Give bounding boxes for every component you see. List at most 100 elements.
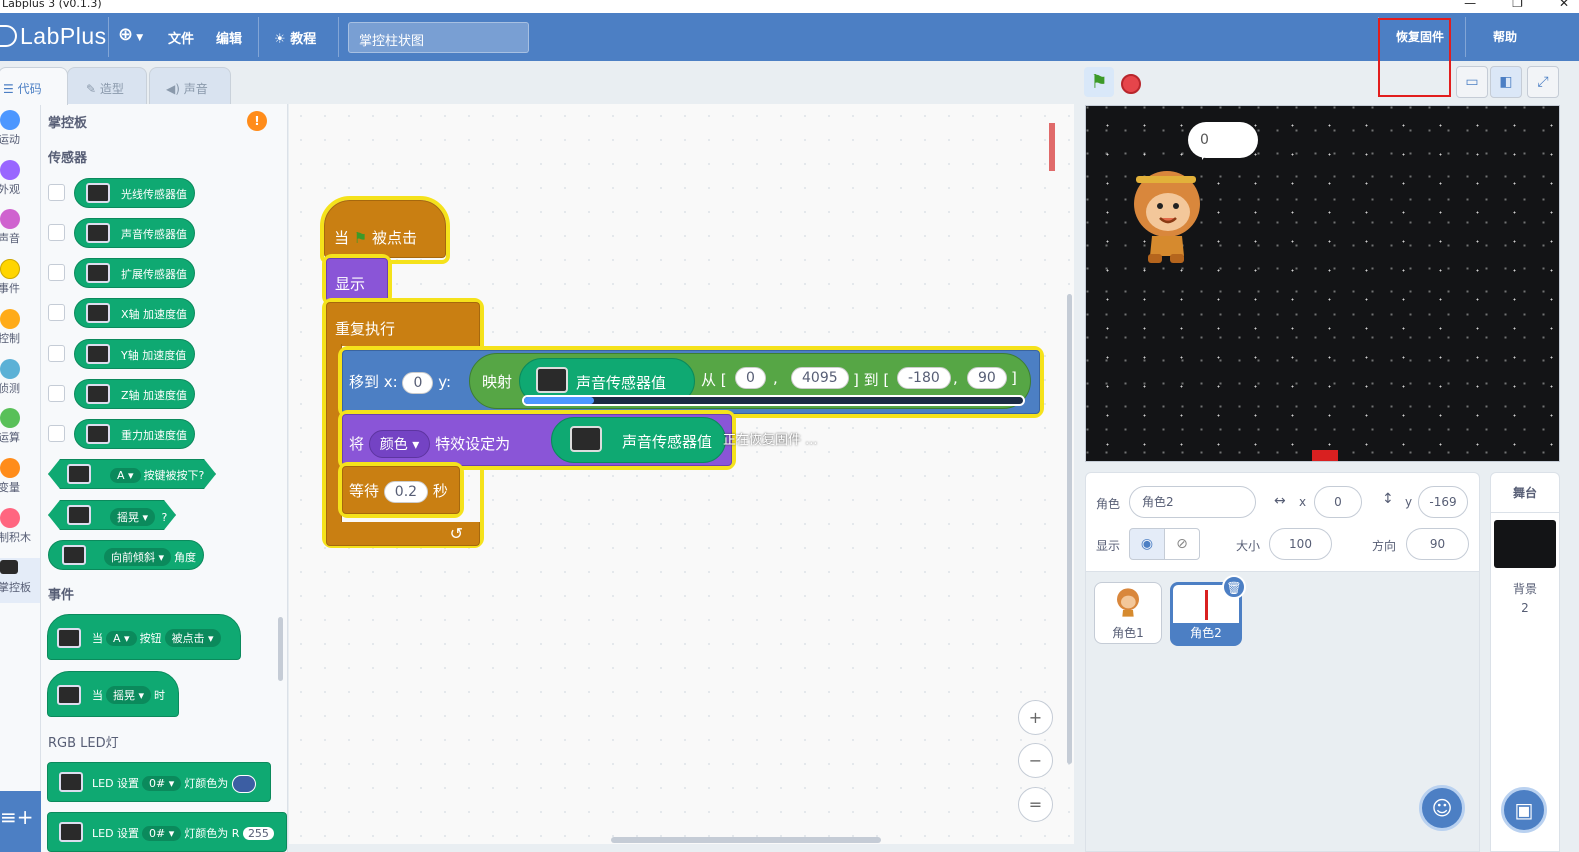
tab-code[interactable]: ☰ 代码 xyxy=(0,67,68,105)
x-accel-block[interactable]: X轴 加速度值 xyxy=(74,298,195,328)
workspace-v-scrollbar[interactable] xyxy=(1067,294,1072,764)
sprite-thumb-1[interactable]: 角色1 xyxy=(1094,582,1162,644)
when-button-clicked-block[interactable]: 当A ▾ 按钮 被点击 ▾ xyxy=(47,614,241,660)
button-pressed-block[interactable]: A ▾ 按键被按下? xyxy=(48,459,216,489)
x-input[interactable]: 0 xyxy=(1314,486,1362,518)
sprite-name-input[interactable]: 角色2 xyxy=(1129,486,1256,518)
delete-sprite-button[interactable]: 🗑 xyxy=(1222,575,1246,599)
monitor-checkbox[interactable] xyxy=(48,264,65,281)
monitor-checkbox[interactable] xyxy=(48,345,65,362)
shake-block[interactable]: 摇晃 ▾ ? xyxy=(48,500,176,530)
fullscreen-icon: ⤢ xyxy=(1537,74,1549,90)
workspace-h-scrollbar[interactable] xyxy=(611,837,881,843)
stage-canvas[interactable]: 0 xyxy=(1085,105,1560,462)
red-bar-sprite[interactable] xyxy=(1312,450,1338,461)
monitor-checkbox[interactable] xyxy=(48,425,65,442)
monkey-sprite[interactable] xyxy=(1130,164,1204,266)
block-label: 按钮 xyxy=(139,632,162,645)
stop-button[interactable] xyxy=(1121,74,1141,94)
palette-scrollbar[interactable] xyxy=(278,617,283,681)
led-index-dropdown[interactable]: 0# ▾ xyxy=(142,776,182,791)
light-sensor-block[interactable]: 光线传感器值 xyxy=(74,178,195,208)
block-label: 映射 xyxy=(482,373,513,391)
value-input[interactable]: 0 xyxy=(735,367,766,389)
gravity-accel-block[interactable]: 重力加速度值 xyxy=(74,419,195,449)
direction-input[interactable]: 90 xyxy=(1406,528,1469,560)
project-name-input[interactable]: 掌控柱状图 xyxy=(348,22,529,53)
wait-input[interactable]: 0.2 xyxy=(383,481,429,503)
block-label: 声音传感器值 xyxy=(576,374,667,392)
size-input[interactable]: 100 xyxy=(1269,528,1332,560)
gesture-dropdown[interactable]: 摇晃 ▾ xyxy=(110,508,155,526)
labplus-logo[interactable]: LabPlus xyxy=(0,23,107,50)
fullscreen-button[interactable]: ⤢ xyxy=(1527,66,1559,98)
large-stage-button[interactable]: ◧ xyxy=(1490,66,1522,98)
map-b-input[interactable]: 4095 xyxy=(791,367,849,389)
value-input[interactable]: 4095 xyxy=(791,367,849,389)
led-set-color-block[interactable]: LED 设置 0# ▾ 灯颜色为 xyxy=(47,762,271,802)
value-input[interactable]: 90 xyxy=(967,367,1007,389)
small-stage-button[interactable]: ▭ xyxy=(1456,66,1488,98)
tab-sounds[interactable]: ◀) 声音 xyxy=(149,67,231,105)
workspace-scroll-indicator[interactable] xyxy=(1049,123,1055,171)
show-visible-button[interactable]: ◉ xyxy=(1129,528,1165,560)
gesture-dropdown[interactable]: 摇晃 ▾ xyxy=(106,686,152,704)
button-dropdown[interactable]: A ▾ xyxy=(106,631,137,646)
warning-icon[interactable]: ! xyxy=(247,111,267,131)
green-flag-button[interactable]: ⚑ xyxy=(1084,67,1114,97)
z-accel-block[interactable]: Z轴 加速度值 xyxy=(74,379,195,409)
language-menu[interactable]: ⊕ ▼ xyxy=(118,24,143,45)
led-index-dropdown[interactable]: 0# ▾ xyxy=(142,826,182,841)
button-dropdown[interactable]: A ▾ xyxy=(110,468,141,483)
board-chip-icon xyxy=(86,223,110,243)
y-input[interactable]: -169 xyxy=(1418,486,1468,518)
sound-sensor-reporter[interactable]: 声音传感器值 xyxy=(551,417,726,463)
map-d-input[interactable]: 90 xyxy=(967,367,1007,389)
motion-dot-icon xyxy=(0,110,20,130)
when-shake-block[interactable]: 当摇晃 ▾ 时 xyxy=(47,671,179,717)
x-input[interactable]: 0 xyxy=(402,372,434,394)
button-event-dropdown[interactable]: 被点击 ▾ xyxy=(164,629,221,647)
close-button[interactable]: ✕ xyxy=(1559,0,1569,10)
show-block[interactable]: 显示 xyxy=(326,258,388,302)
category-handpy[interactable]: 掌控板 xyxy=(0,558,40,603)
file-menu[interactable]: 文件 xyxy=(168,28,194,47)
monitor-checkbox[interactable] xyxy=(48,385,65,402)
zoom-in-button[interactable]: + xyxy=(1018,700,1053,735)
zoom-out-button[interactable]: − xyxy=(1018,743,1053,778)
add-extension-button[interactable]: ≡+ xyxy=(0,791,41,852)
wait-block[interactable]: 等待 0.2 秒 xyxy=(342,466,460,514)
monitor-checkbox[interactable] xyxy=(48,224,65,241)
chevron-down-icon: ▼ xyxy=(133,33,144,43)
color-swatch[interactable] xyxy=(231,775,256,793)
tilt-angle-block[interactable]: 向前倾斜 ▾ 角度 xyxy=(48,540,204,570)
monitor-checkbox[interactable] xyxy=(48,184,65,201)
choose-sprite-button[interactable]: ☺ xyxy=(1419,785,1465,831)
value-input[interactable]: -180 xyxy=(897,367,951,389)
script-workspace[interactable]: 当 ⚑ 被点击 显示 重复执行 ↺ 移到 x: 0 y: 映射 声音传感器值 从… xyxy=(289,104,1074,844)
when-flag-clicked-block[interactable]: 当 ⚑ 被点击 xyxy=(324,200,446,258)
direction-label: 方向 xyxy=(1372,539,1397,553)
edit-menu[interactable]: 编辑 xyxy=(216,28,242,47)
ext-sensor-block[interactable]: 扩展传感器值 xyxy=(74,258,195,288)
tilt-dropdown[interactable]: 向前倾斜 ▾ xyxy=(104,548,172,566)
choose-backdrop-button[interactable]: ▣ xyxy=(1501,787,1547,833)
y-accel-block[interactable]: Y轴 加速度值 xyxy=(74,339,195,369)
map-c-input[interactable]: -180 xyxy=(897,367,951,389)
hide-button[interactable]: ⊘ xyxy=(1164,528,1200,560)
maximize-button[interactable]: ❐ xyxy=(1512,0,1523,10)
led-set-rgb-block[interactable]: LED 设置 0# ▾ 灯颜色为 R 255 xyxy=(47,812,287,852)
sound-sensor-block[interactable]: 声音传感器值 xyxy=(74,218,195,248)
minimize-button[interactable]: — xyxy=(1464,0,1476,10)
forever-block[interactable]: 重复执行 xyxy=(326,302,480,346)
board-chip-icon xyxy=(86,183,110,203)
map-a-input[interactable]: 0 xyxy=(735,367,766,389)
zoom-reset-button[interactable]: = xyxy=(1018,787,1053,822)
tab-costumes[interactable]: ✎ 造型 xyxy=(67,67,147,105)
effect-dropdown[interactable]: 颜色 ▾ xyxy=(368,430,431,458)
red-value-input[interactable]: 255 xyxy=(242,827,274,840)
tutorial-menu[interactable]: ☀ 教程 xyxy=(274,28,316,47)
stage-panel-title: 舞台 xyxy=(1491,473,1559,513)
help-menu[interactable]: 帮助 xyxy=(1493,28,1517,45)
monitor-checkbox[interactable] xyxy=(48,304,65,321)
